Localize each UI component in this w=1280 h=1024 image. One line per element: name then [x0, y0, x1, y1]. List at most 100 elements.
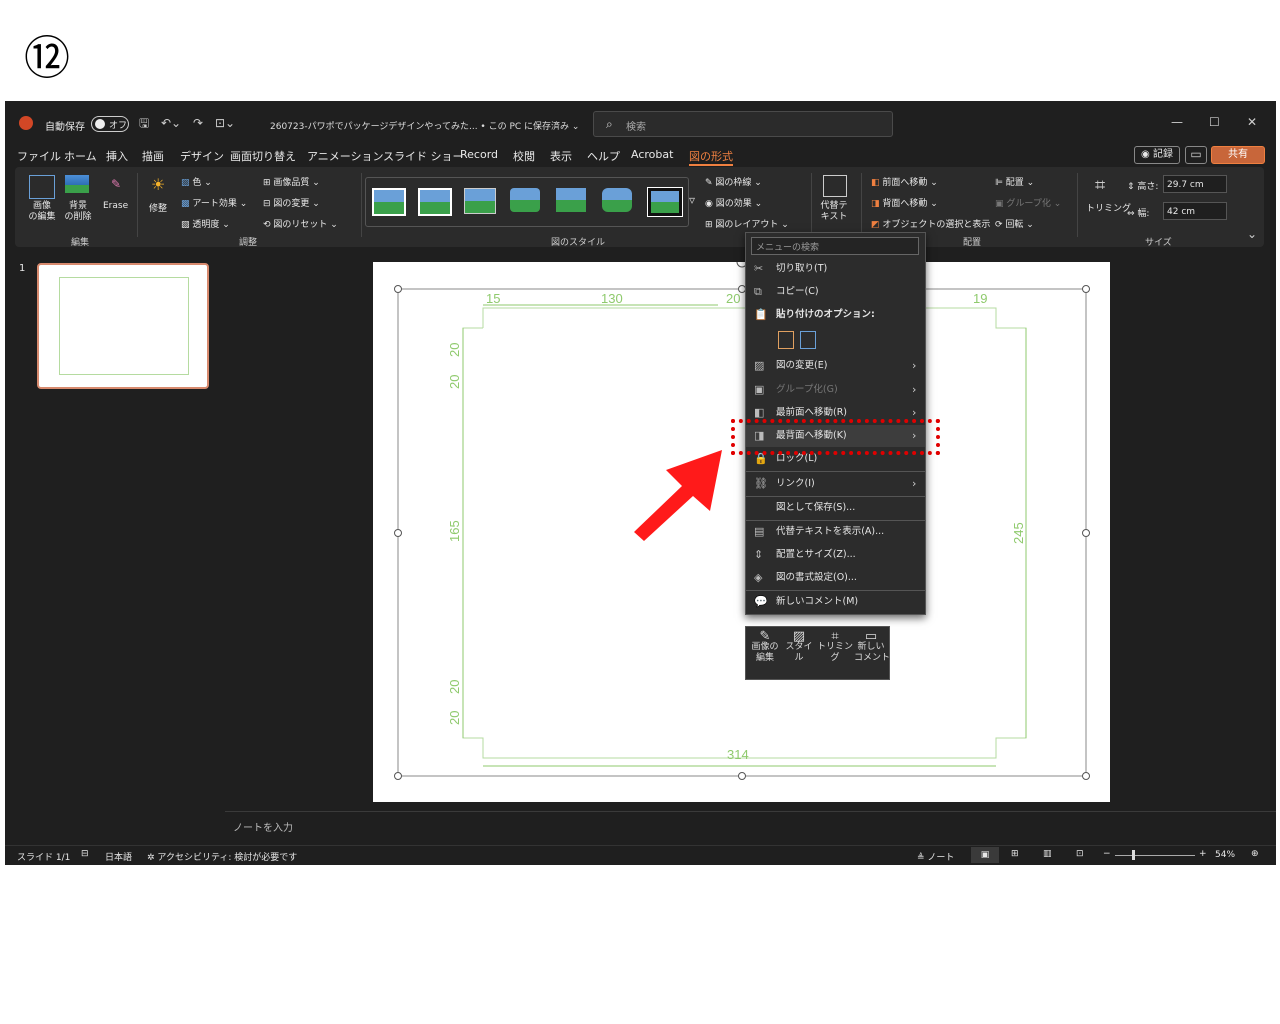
gallery-more-icon[interactable]: ▿: [689, 193, 695, 207]
menu-item-alt-text[interactable]: ▤ 代替テキストを表示(A)...: [746, 521, 925, 543]
notes-pane[interactable]: ノートを入力: [225, 811, 1276, 848]
tab-help[interactable]: ヘルプ: [587, 148, 620, 164]
group-button[interactable]: ▣ グループ化 ⌄: [995, 196, 1061, 209]
menu-item-new-comment[interactable]: 💬 新しいコメント(M): [746, 591, 925, 613]
tab-acrobat[interactable]: Acrobat: [631, 148, 673, 161]
notes-toggle[interactable]: ≜ ノート: [917, 850, 954, 863]
alt-text-button[interactable]: 代替テ キスト: [815, 201, 853, 223]
tab-file[interactable]: ファイル: [17, 148, 61, 164]
zoom-slider[interactable]: [1115, 855, 1195, 856]
change-picture-button[interactable]: ⊟ 図の変更 ⌄: [263, 196, 320, 209]
picture-style-thumbnail[interactable]: [556, 188, 586, 212]
sun-icon: ☀: [151, 175, 166, 194]
selection-pane-button[interactable]: ◩ オブジェクトの選択と表示: [871, 217, 990, 230]
picture-style-thumbnail[interactable]: [372, 188, 406, 216]
mini-crop-button[interactable]: ⌗ トリミング: [816, 630, 854, 664]
tab-animations[interactable]: アニメーション: [307, 148, 384, 164]
reading-view-icon[interactable]: ▥: [1043, 849, 1052, 859]
menu-item-save-as-picture[interactable]: 図として保存(S)...: [746, 497, 925, 519]
align-button[interactable]: ⊫ 配置 ⌄: [995, 175, 1034, 188]
paste-as-picture-icon[interactable]: [800, 331, 816, 349]
transparency-button[interactable]: ▧ 透明度 ⌄: [181, 217, 230, 230]
tab-home[interactable]: ホーム: [64, 148, 97, 164]
language-label[interactable]: 日本語: [105, 850, 132, 863]
picture-styles-gallery[interactable]: [365, 177, 689, 227]
autosave-toggle[interactable]: オフ: [91, 116, 129, 132]
slide-thumbnail[interactable]: [37, 263, 209, 389]
menu-item-cut[interactable]: ✂ 切り取り(T): [746, 258, 925, 280]
record-button[interactable]: ◉ 記録: [1134, 146, 1180, 164]
height-input[interactable]: 29.7 cm: [1163, 175, 1227, 193]
tab-draw[interactable]: 描画: [142, 148, 164, 164]
picture-style-thumbnail[interactable]: [647, 187, 683, 217]
accessibility-status[interactable]: ✲ アクセシビリティ: 検討が必要です: [147, 850, 297, 863]
erase-button[interactable]: Erase: [103, 201, 128, 211]
picture-style-thumbnail[interactable]: [510, 188, 540, 212]
search-icon: ⌕: [606, 117, 613, 131]
menu-item-format-picture[interactable]: ◈ 図の書式設定(O)...: [746, 567, 925, 589]
mini-style-button[interactable]: ▨ スタイ ル: [782, 630, 816, 664]
crop-button[interactable]: トリミング: [1086, 201, 1131, 214]
tab-picture-format[interactable]: 図の形式: [689, 148, 733, 166]
fit-to-window-icon[interactable]: ⊕: [1251, 849, 1259, 859]
spellcheck-icon[interactable]: ⊟: [81, 849, 89, 859]
color-button[interactable]: ▨ 色 ⌄: [181, 175, 212, 188]
close-icon[interactable]: ✕: [1247, 115, 1257, 129]
reset-picture-button[interactable]: ⟲ 図のリセット ⌄: [263, 217, 338, 230]
zoom-in-icon[interactable]: +: [1199, 849, 1207, 859]
bring-forward-button[interactable]: ◧ 前面へ移動 ⌄: [871, 175, 938, 188]
menu-search-input[interactable]: メニューの検索: [751, 237, 919, 255]
tab-transitions[interactable]: 画面切り替え: [230, 148, 296, 164]
tab-record[interactable]: Record: [460, 148, 498, 161]
rotate-button[interactable]: ⟳ 回転 ⌄: [995, 217, 1034, 230]
comment-icon[interactable]: ▭: [1185, 146, 1207, 164]
picture-layout-button[interactable]: ⊞ 図のレイアウト ⌄: [705, 217, 789, 230]
share-button[interactable]: 共有: [1211, 146, 1265, 164]
redo-icon[interactable]: ↷: [193, 116, 203, 130]
tab-review[interactable]: 校閲: [513, 148, 535, 164]
picture-style-thumbnail[interactable]: [602, 188, 632, 212]
slide-canvas[interactable]: 15 130 20 19 20 20 165 20 20 245 314: [373, 256, 1110, 802]
send-backward-button[interactable]: ◨ 背面へ移動 ⌄: [871, 196, 938, 209]
search-box[interactable]: ⌕ 検索: [593, 111, 893, 137]
tab-design[interactable]: デザイン: [180, 148, 224, 164]
width-label: ⇔ 幅:: [1127, 209, 1150, 219]
package-diagram[interactable]: 15 130 20 19 20 20 165 20 20 245 314: [373, 256, 1110, 802]
menu-item-change-picture[interactable]: ▨ 図の変更(E) ›: [746, 355, 925, 377]
slide-sorter-icon[interactable]: ⊞: [1011, 849, 1019, 859]
corrections-button[interactable]: 修整: [149, 201, 167, 214]
tab-view[interactable]: 表示: [550, 148, 572, 164]
menu-item-link[interactable]: ⛓ リンク(I) ›: [746, 473, 925, 495]
scissors-icon: ✂: [754, 262, 764, 275]
status-bar: スライド 1/1 ⊟ 日本語 ✲ アクセシビリティ: 検討が必要です ≜ ノート…: [5, 845, 1276, 865]
zoom-level[interactable]: 54%: [1215, 850, 1235, 860]
zoom-out-icon[interactable]: −: [1103, 849, 1111, 859]
art-effects-button[interactable]: ▩ アート効果 ⌄: [181, 196, 247, 209]
menu-item-size-position[interactable]: ⇕ 配置とサイズ(Z)...: [746, 544, 925, 566]
slideshow-icon[interactable]: ⊡⌄: [215, 116, 235, 130]
presenter-view-icon[interactable]: ⊡: [1076, 849, 1084, 859]
group-label-size: サイズ: [1145, 238, 1172, 248]
picture-style-thumbnail[interactable]: [418, 188, 452, 216]
picture-border-button[interactable]: ✎ 図の枠線 ⌄: [705, 175, 762, 188]
minimize-icon[interactable]: —: [1171, 115, 1183, 129]
picture-effects-button[interactable]: ◉ 図の効果 ⌄: [705, 196, 762, 209]
maximize-icon[interactable]: ☐: [1209, 115, 1220, 129]
paste-keep-format-icon[interactable]: [778, 331, 794, 349]
width-input[interactable]: 42 cm: [1163, 202, 1227, 220]
mini-edit-image-button[interactable]: ✎ 画像の 編集: [748, 630, 782, 664]
edit-image-button[interactable]: 画像 の編集: [25, 201, 59, 223]
compress-pictures-button[interactable]: ⊞ 画像品質 ⌄: [263, 175, 320, 188]
undo-icon[interactable]: ↶⌄: [161, 116, 181, 130]
zoom-slider-thumb[interactable]: [1132, 850, 1135, 860]
menu-item-copy[interactable]: ⧉ コピー(C): [746, 281, 925, 303]
mini-new-comment-button[interactable]: ▭ 新しい コメント: [854, 630, 890, 664]
normal-view-icon[interactable]: ▣: [971, 847, 999, 863]
search-input[interactable]: 検索: [626, 118, 646, 133]
save-icon[interactable]: 🖫: [139, 116, 149, 130]
remove-background-button[interactable]: 背景 の削除: [61, 201, 95, 223]
tab-insert[interactable]: 挿入: [106, 148, 128, 164]
picture-style-thumbnail[interactable]: [464, 188, 496, 214]
collapse-ribbon-icon[interactable]: ⌄: [1247, 227, 1257, 241]
tab-slideshow[interactable]: スライド ショー: [383, 148, 464, 164]
